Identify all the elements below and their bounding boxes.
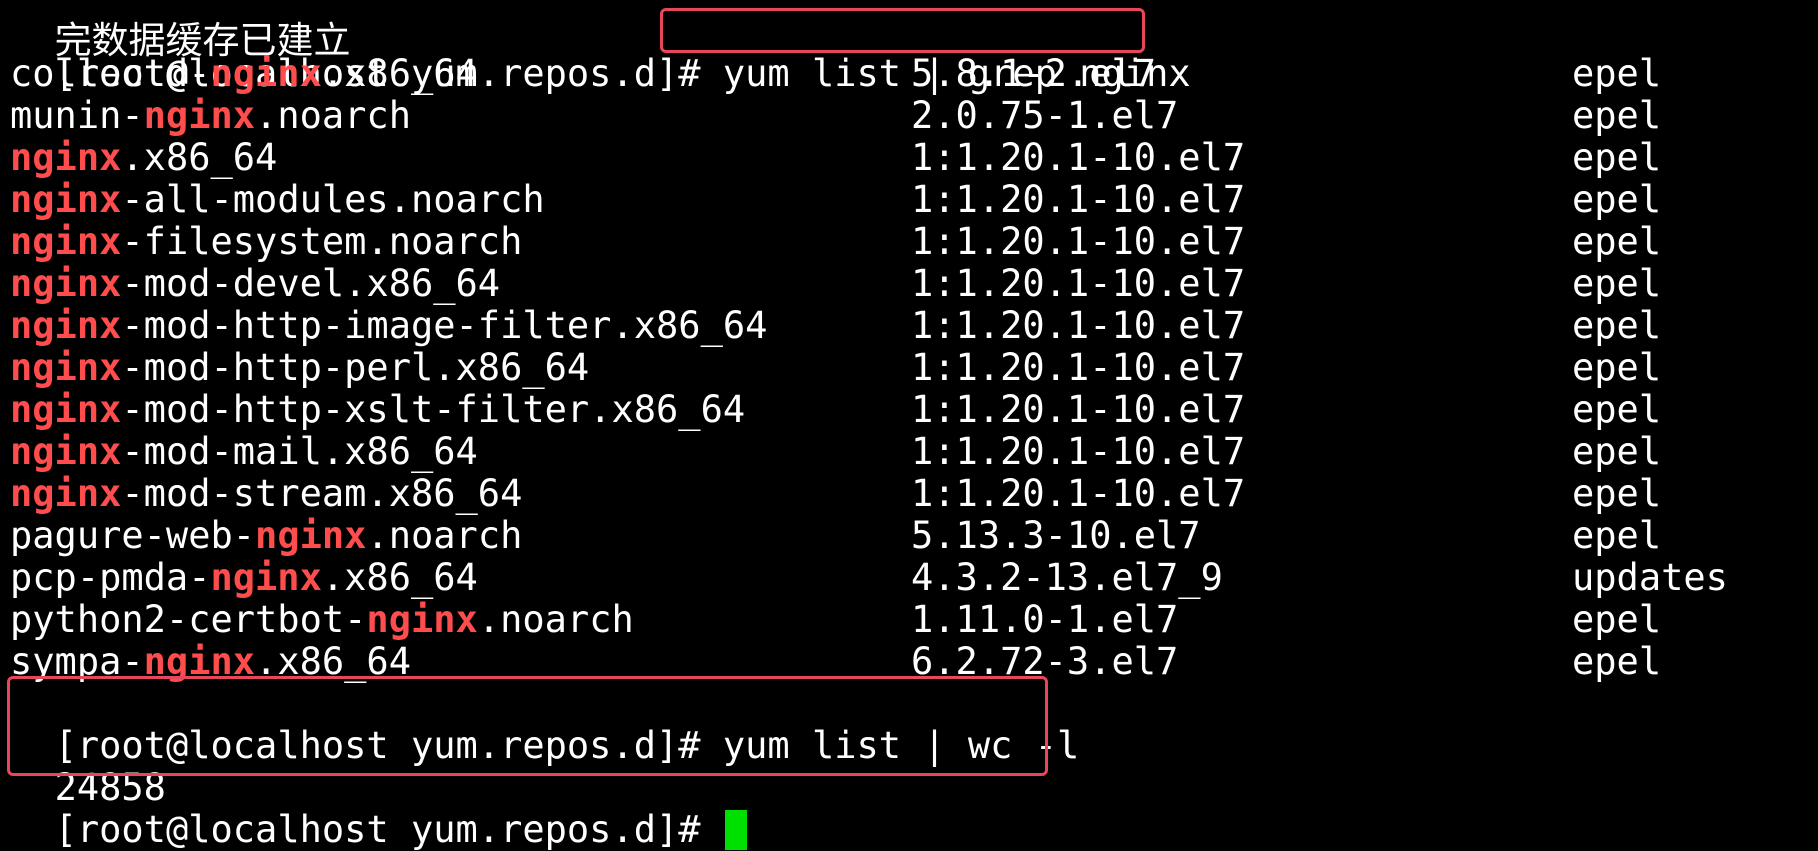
grep-match-highlight: nginx: [10, 220, 122, 263]
package-repo: epel: [1572, 346, 1662, 389]
package-version: 1:1.20.1-10.el7: [911, 220, 1246, 263]
grep-match-highlight: nginx: [10, 346, 122, 389]
grep-match-highlight: nginx: [10, 304, 122, 347]
package-name: pagure-web-nginx.noarch: [10, 515, 522, 557]
package-name-part: -mod-mail.x86_64: [121, 430, 478, 473]
grep-match-highlight: nginx: [210, 556, 322, 599]
package-version: 1:1.20.1-10.el7: [911, 388, 1246, 431]
package-name: nginx-mod-devel.x86_64: [10, 263, 500, 305]
grep-match-highlight: nginx: [10, 472, 122, 515]
package-name: nginx.x86_64: [10, 137, 277, 179]
package-name: nginx-mod-mail.x86_64: [10, 431, 478, 473]
package-name-part: .noarch: [255, 94, 411, 137]
package-name-part: -mod-http-xslt-filter.x86_64: [121, 388, 746, 431]
package-name: nginx-all-modules.noarch: [10, 179, 545, 221]
package-name: nginx-mod-stream.x86_64: [10, 473, 522, 515]
annotation-box-grep-command: [660, 8, 1145, 53]
terminal-cursor[interactable]: [724, 810, 747, 850]
package-name-part: -mod-http-image-filter.x86_64: [121, 304, 768, 347]
package-repo: epel: [1572, 220, 1662, 263]
package-version: 1:1.20.1-10.el7: [911, 262, 1246, 305]
package-name-part: .x86_64: [321, 52, 478, 95]
package-name-part: munin-: [10, 94, 144, 137]
package-repo: epel: [1572, 472, 1662, 515]
package-name-part: python2-certbot-: [10, 598, 367, 641]
grep-match-highlight: nginx: [366, 598, 478, 641]
package-repo: epel: [1572, 640, 1662, 683]
grep-match-highlight: nginx: [255, 514, 367, 557]
grep-match-highlight: nginx: [10, 430, 122, 473]
package-version: 4.3.2-13.el7_9: [911, 556, 1223, 599]
package-repo: epel: [1572, 178, 1662, 221]
package-name-part: -mod-http-perl.x86_64: [121, 346, 590, 389]
grep-match-highlight: nginx: [10, 262, 122, 305]
package-repo: epel: [1572, 388, 1662, 431]
package-version: 1:1.20.1-10.el7: [911, 304, 1246, 347]
package-name-part: .x86_64: [121, 136, 278, 179]
package-name: python2-certbot-nginx.noarch: [10, 599, 634, 641]
package-repo: epel: [1572, 262, 1662, 305]
package-name: collectd-nginx.x86_64: [10, 53, 478, 95]
package-repo: epel: [1572, 52, 1662, 95]
package-version: 2.0.75-1.el7: [911, 94, 1179, 137]
package-version: 1:1.20.1-10.el7: [911, 136, 1246, 179]
grep-match-highlight: nginx: [10, 136, 122, 179]
package-name-part: -filesystem.noarch: [121, 220, 523, 263]
package-version: 1:1.20.1-10.el7: [911, 430, 1246, 473]
package-name-part: -mod-stream.x86_64: [121, 472, 523, 515]
package-name: nginx-mod-http-xslt-filter.x86_64: [10, 389, 745, 431]
package-repo: epel: [1572, 94, 1662, 137]
package-version: 1:1.20.1-10.el7: [911, 472, 1246, 515]
grep-match-highlight: nginx: [210, 52, 322, 95]
package-name: nginx-filesystem.noarch: [10, 221, 522, 263]
package-name: nginx-mod-http-perl.x86_64: [10, 347, 589, 389]
package-repo: epel: [1572, 136, 1662, 179]
package-repo: epel: [1572, 430, 1662, 473]
package-repo: updates: [1572, 556, 1728, 599]
grep-match-highlight: nginx: [10, 178, 122, 221]
package-repo: epel: [1572, 598, 1662, 641]
shell-prompt: [root@localhost yum.repos.d]#: [54, 808, 723, 851]
annotation-box-wc-command: [7, 676, 1048, 776]
package-name: nginx-mod-http-image-filter.x86_64: [10, 305, 767, 347]
grep-match-highlight: nginx: [143, 94, 256, 137]
package-version: 5.13.3-10.el7: [911, 514, 1201, 557]
package-name-part: -mod-devel.x86_64: [121, 262, 501, 305]
package-name-part: -all-modules.noarch: [121, 178, 545, 221]
grep-match-highlight: nginx: [10, 388, 122, 431]
package-version: 1.11.0-1.el7: [911, 598, 1179, 641]
package-name-part: .noarch: [477, 598, 634, 641]
package-name-part: .x86_64: [321, 556, 478, 599]
package-version: 5.8.1-2.el7: [911, 52, 1157, 95]
package-name: munin-nginx.noarch: [10, 95, 411, 137]
package-name-part: pagure-web-: [10, 514, 256, 557]
package-repo: epel: [1572, 514, 1662, 557]
package-name-part: collectd-: [10, 52, 211, 95]
package-name-part: .noarch: [366, 514, 523, 557]
package-name-part: pcp-pmda-: [10, 556, 211, 599]
package-repo: epel: [1572, 304, 1662, 347]
package-version: 1:1.20.1-10.el7: [911, 346, 1246, 389]
package-version: 1:1.20.1-10.el7: [911, 178, 1246, 221]
package-name: pcp-pmda-nginx.x86_64: [10, 557, 478, 599]
